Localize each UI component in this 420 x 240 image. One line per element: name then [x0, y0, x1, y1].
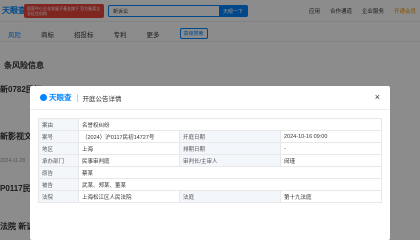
table-row: 案号 （2024）沪0117民初14727号 开庭日期 2024-10-16 0… [38, 130, 382, 143]
table-row: 法院 上海松江区人民法院 法庭 第十九法庭 [38, 190, 382, 203]
courtroom-value: 第十九法庭 [280, 190, 382, 203]
close-icon[interactable]: × [375, 93, 380, 102]
table-row: 被告 武某、郑某、董某 [38, 178, 382, 191]
defendant-label: 被告 [38, 178, 79, 191]
court-value: 上海松江区人民法院 [78, 190, 180, 203]
court-label: 法院 [38, 190, 79, 203]
case-no-value: （2024）沪0117民初14727号 [78, 130, 180, 143]
table-row: 承办部门 民事审判庭 审判长/主审人 闵瑾 [38, 154, 382, 167]
table-row: 地区 上海 排期日期 - [38, 142, 382, 155]
region-label: 地区 [38, 142, 79, 155]
judge-label: 审判长/主审人 [179, 154, 281, 167]
brand-logo-icon [40, 94, 47, 101]
defendant-value[interactable]: 武某、郑某、董某 [78, 178, 382, 191]
region-value: 上海 [78, 142, 180, 155]
case-reason-value: 名誉权纠纷 [78, 118, 382, 131]
judge-value: 闵瑾 [280, 154, 382, 167]
schedule-date-value: - [280, 142, 382, 155]
court-notice-dialog: 天眼查 开庭公告详情 × 案由 名誉权纠纷 案号 （2024）沪0117民初14… [30, 86, 390, 240]
schedule-date-label: 排期日期 [179, 142, 281, 155]
table-row: 案由 名誉权纠纷 [38, 118, 382, 131]
header-divider [76, 93, 78, 102]
notice-detail-table: 案由 名誉权纠纷 案号 （2024）沪0117民初14727号 开庭日期 202… [38, 118, 382, 203]
dialog-title: 开庭公告详情 [82, 95, 122, 103]
plaintiff-value[interactable]: 蔡某 [78, 166, 382, 179]
hearing-date-label: 开庭日期 [179, 130, 281, 143]
brand: 天眼查 [40, 92, 72, 103]
table-row: 原告 蔡某 [38, 166, 382, 179]
plaintiff-label: 原告 [38, 166, 79, 179]
department-label: 承办部门 [38, 154, 79, 167]
courtroom-label: 法庭 [179, 190, 281, 203]
case-reason-label: 案由 [38, 118, 79, 131]
dialog-header: 天眼查 开庭公告详情 × [30, 86, 390, 110]
brand-name: 天眼查 [49, 93, 72, 102]
hearing-date-value: 2024-10-16 09:00 [280, 130, 382, 143]
department-value: 民事审判庭 [78, 154, 180, 167]
case-no-label: 案号 [38, 130, 79, 143]
